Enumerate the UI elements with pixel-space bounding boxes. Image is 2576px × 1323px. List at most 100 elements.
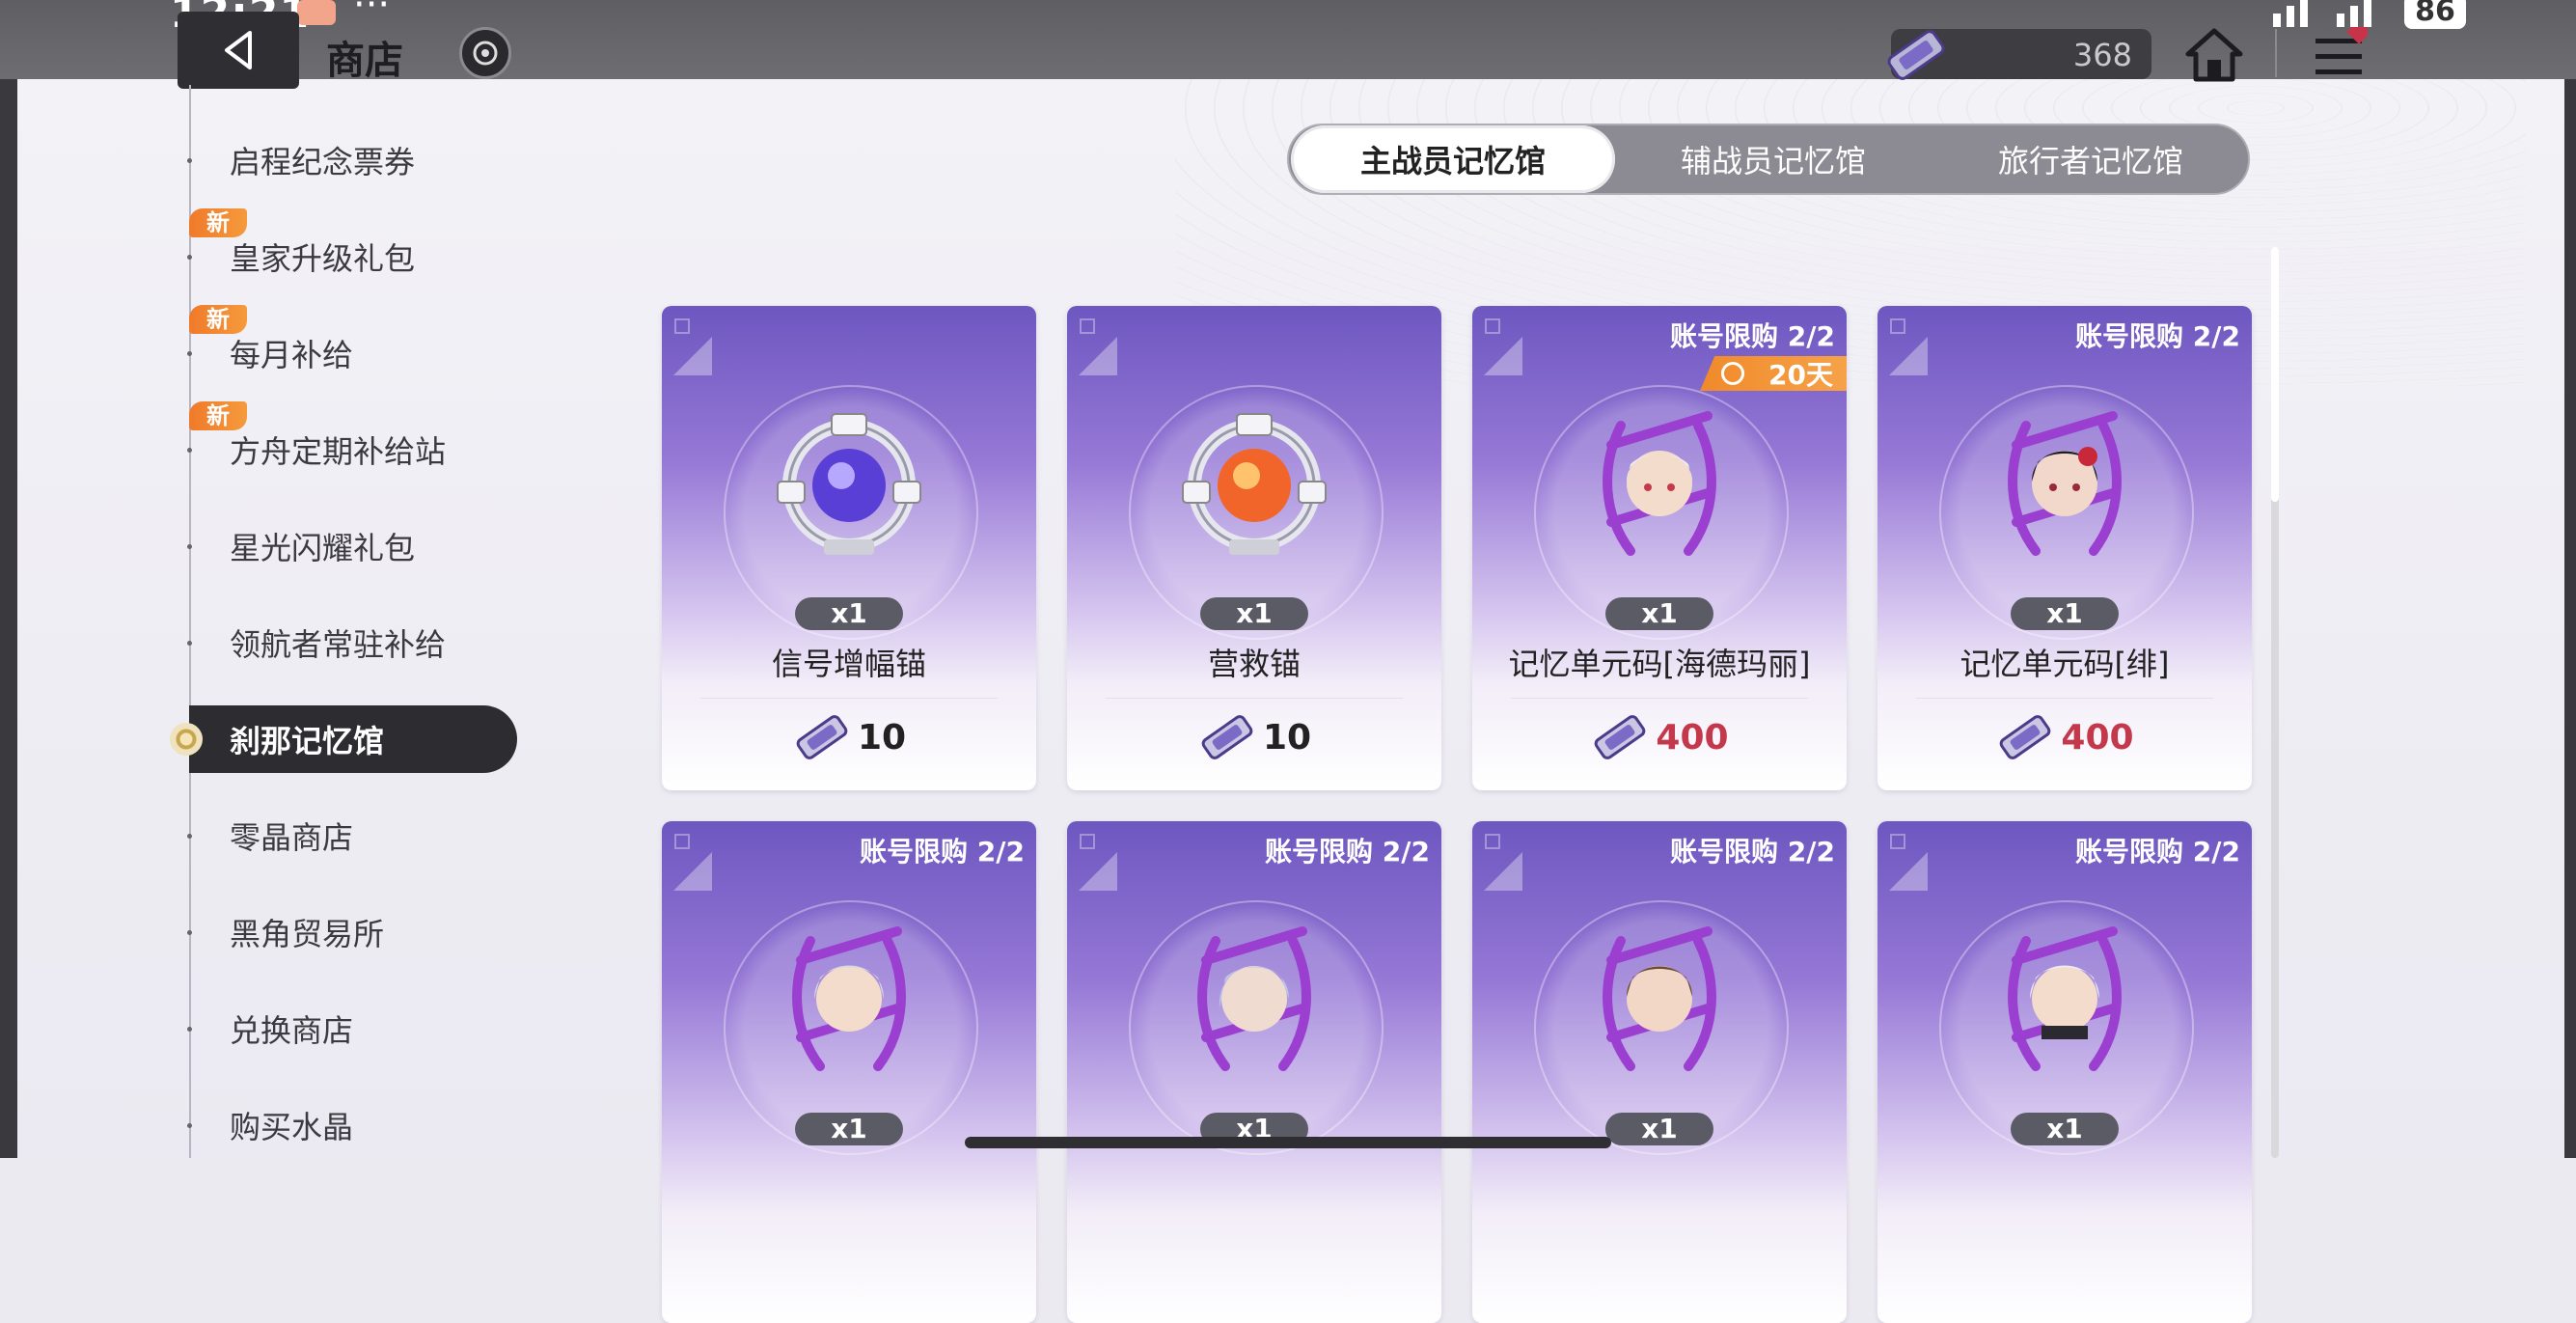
memory-ticket-icon — [1595, 715, 1646, 759]
memory-code-silver-hair-icon — [792, 926, 906, 1071]
card-corner-mark-icon — [1079, 318, 1117, 375]
back-arrow-icon — [225, 31, 252, 69]
item-name: 记忆单元码[绯] — [1959, 646, 2170, 682]
memory-ticket-icon — [796, 715, 848, 759]
signal-icon — [2273, 0, 2371, 27]
memory-code-brown-hair-icon — [1603, 926, 1716, 1071]
top-bar-divider — [2275, 29, 2277, 77]
battery-indicator: 86 — [2404, 0, 2466, 29]
price-value: 10 — [857, 717, 907, 758]
memory-ticket-icon — [1887, 30, 1945, 80]
shop-item-card[interactable]: x1 营救锚 10 — [1067, 306, 1441, 790]
time-remaining-badge: 20天 — [1700, 356, 1847, 391]
card-corner-mark-icon — [673, 834, 712, 891]
quantity-badge: x1 — [1605, 1113, 1713, 1145]
sidebar-item-buy-crystals[interactable]: 购买水晶 — [187, 1091, 517, 1159]
sidebar-item-monthly-supply[interactable]: 每月补给 — [187, 319, 517, 387]
card-corner-mark-icon — [1484, 318, 1522, 375]
memory-code-blue-hair-icon — [1197, 926, 1311, 1071]
sidebar-item-label: 黑角贸易所 — [230, 916, 385, 952]
card-corner-mark-icon — [1079, 834, 1117, 891]
quantity-badge: x1 — [2011, 1113, 2119, 1145]
quantity-badge: x1 — [795, 1113, 903, 1145]
memory-code-white-hair-icon — [1603, 411, 1716, 556]
memory-code-white-hair-2-icon — [2008, 926, 2122, 1071]
purchase-limit-label: 账号限购 2/2 — [2075, 836, 2240, 868]
price-row: 400 — [1472, 711, 1847, 763]
sidebar-item-starlight-pack[interactable]: 星光闪耀礼包 — [187, 512, 517, 580]
shop-item-card[interactable]: x1 信号增幅锚 10 — [662, 306, 1036, 790]
memory-ticket-icon — [1201, 715, 1253, 759]
currency-value: 368 — [2072, 37, 2132, 73]
notification-badge-icon — [297, 0, 336, 25]
tab-support-fighter[interactable]: 辅战员记忆馆 — [1611, 125, 1935, 193]
active-indicator-icon — [170, 723, 203, 756]
sidebar-item-ark-supply[interactable]: 方舟定期补给站 — [187, 416, 517, 483]
card-corner-mark-icon — [1484, 834, 1522, 891]
sidebar-item-label: 方舟定期补给站 — [230, 433, 447, 470]
item-name: 记忆单元码[海德玛丽] — [1508, 646, 1811, 682]
sidebar-item-label: 星光闪耀礼包 — [230, 530, 416, 566]
back-button[interactable] — [178, 12, 299, 89]
shop-emblem-icon — [459, 27, 511, 79]
price-value: 400 — [2061, 717, 2134, 758]
sidebar-item-label: 零晶商店 — [230, 819, 354, 856]
scrollbar-thumb[interactable] — [2271, 247, 2279, 502]
memory-code-dark-hair-icon — [2008, 411, 2122, 556]
sidebar-item-label: 启程纪念票券 — [230, 144, 416, 180]
memory-ticket-icon — [2000, 715, 2051, 759]
sidebar-item-black-horn-trade[interactable]: 黑角贸易所 — [187, 898, 517, 966]
price-value: 400 — [1656, 717, 1729, 758]
menu-icon[interactable] — [2312, 27, 2368, 83]
sidebar-item-label: 购买水晶 — [230, 1109, 354, 1145]
price-row: 400 — [1877, 711, 2252, 763]
shop-item-card[interactable]: 账号限购 2/2 x1 — [1877, 821, 2252, 1323]
screen-edge-left — [0, 0, 17, 1158]
quantity-badge: x1 — [2011, 597, 2119, 630]
sidebar-item-label: 皇家升级礼包 — [230, 240, 416, 277]
purchase-limit-label: 账号限购 2/2 — [860, 836, 1025, 868]
price-value: 10 — [1262, 717, 1312, 758]
quantity-badge: x1 — [1200, 597, 1308, 630]
tab-main-fighter[interactable]: 主战员记忆馆 — [1291, 125, 1615, 193]
item-name: 信号增幅锚 — [771, 646, 926, 682]
sidebar-item-navigator-supply[interactable]: 领航者常驻补给 — [187, 609, 517, 676]
screen-edge-right — [2564, 0, 2576, 1158]
card-corner-mark-icon — [1889, 834, 1928, 891]
shop-item-card[interactable]: 账号限购 2/2 x1 — [1472, 821, 1847, 1323]
shop-item-card[interactable]: 账号限购 2/2 20天 x1 记忆单元码[海德玛丽] 400 — [1472, 306, 1847, 790]
sidebar-item-label: 刹那记忆馆 — [230, 723, 385, 759]
purchase-limit-label: 账号限购 2/2 — [1670, 320, 1835, 352]
sidebar-item-label: 兑换商店 — [230, 1012, 354, 1049]
price-row: 10 — [1067, 711, 1441, 763]
quantity-badge: x1 — [795, 597, 903, 630]
tab-traveler[interactable]: 旅行者记忆馆 — [1932, 125, 2250, 193]
item-name: 营救锚 — [1207, 646, 1301, 682]
price-row: 10 — [662, 711, 1036, 763]
card-corner-mark-icon — [1889, 318, 1928, 375]
sidebar-item-memory-hall[interactable]: 刹那记忆馆 — [170, 705, 517, 773]
currency-display[interactable]: 368 — [1887, 29, 2151, 80]
home-indicator[interactable] — [965, 1137, 1611, 1148]
shop-item-card[interactable]: 账号限购 2/2 x1 — [1067, 821, 1441, 1323]
purchase-limit-label: 账号限购 2/2 — [1670, 836, 1835, 868]
sidebar-item-zero-crystal-shop[interactable]: 零晶商店 — [187, 802, 517, 869]
sidebar-item-label: 每月补给 — [230, 337, 354, 373]
sidebar-item-exchange-shop[interactable]: 兑换商店 — [187, 995, 517, 1062]
page-title: 商店 — [326, 39, 403, 83]
clock-icon — [1721, 362, 1744, 385]
card-corner-mark-icon — [673, 318, 712, 375]
memory-hall-tabs: 主战员记忆馆 辅战员记忆馆 旅行者记忆馆 — [1287, 124, 2250, 195]
purchase-limit-label: 账号限购 2/2 — [2075, 320, 2240, 352]
sidebar-item-label: 领航者常驻补给 — [230, 626, 447, 663]
sidebar-item-launch-tickets[interactable]: 启程纪念票券 — [187, 126, 517, 194]
shop-item-card[interactable]: 账号限购 2/2 x1 记忆单元码[绯] 400 — [1877, 306, 2252, 790]
anchor-blue-icon — [777, 413, 921, 555]
status-more-icon: ··· — [353, 0, 391, 27]
shop-item-card[interactable]: 账号限购 2/2 x1 — [662, 821, 1036, 1323]
sidebar-item-royal-upgrade[interactable]: 皇家升级礼包 — [187, 223, 517, 290]
home-icon[interactable] — [2184, 27, 2244, 83]
anchor-orange-icon — [1182, 413, 1327, 555]
purchase-limit-label: 账号限购 2/2 — [1265, 836, 1430, 868]
quantity-badge: x1 — [1605, 597, 1713, 630]
